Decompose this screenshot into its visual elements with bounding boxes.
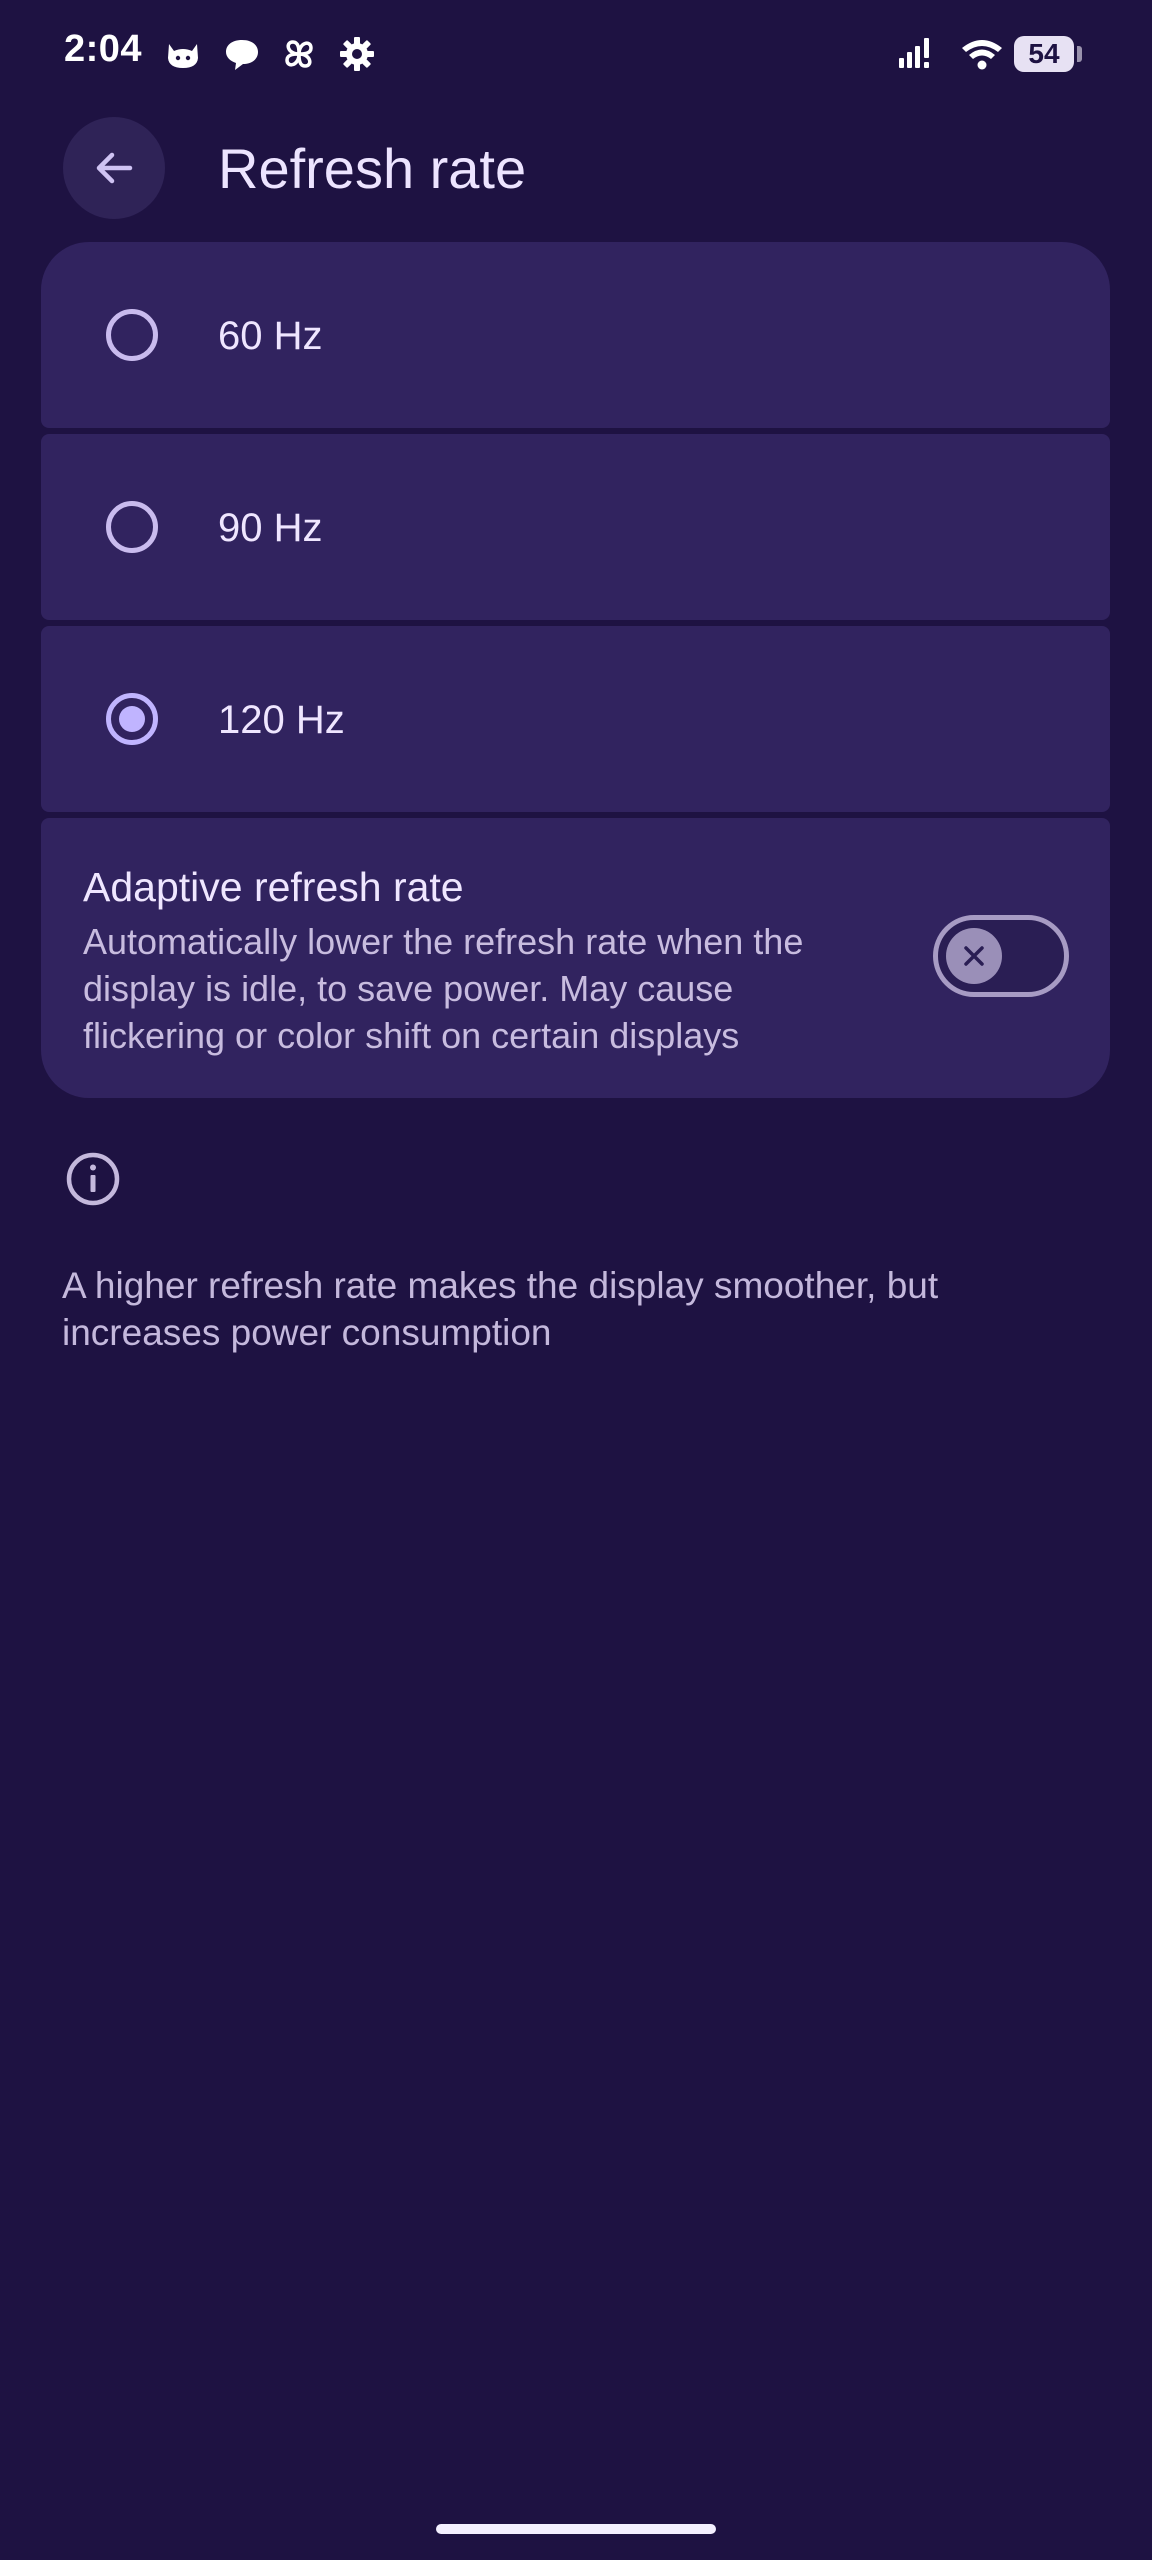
chat-bubble-icon bbox=[222, 34, 262, 74]
option-label: 90 Hz bbox=[218, 506, 323, 550]
cat-app-icon bbox=[163, 34, 203, 74]
adaptive-refresh-rate-setting[interactable]: Adaptive refresh rate Automatically lowe… bbox=[41, 818, 1110, 1098]
navigation-handle[interactable] bbox=[436, 2524, 716, 2534]
status-time: 2:04 bbox=[64, 28, 143, 70]
radio-button-90hz[interactable] bbox=[106, 501, 158, 553]
status-bar: 2:04 54 bbox=[0, 0, 1152, 110]
option-90hz[interactable]: 90 Hz bbox=[41, 434, 1110, 620]
battery-icon: 54 bbox=[1014, 36, 1082, 72]
toggle-thumb bbox=[946, 928, 1002, 984]
adaptive-refresh-title: Adaptive refresh rate bbox=[83, 864, 464, 910]
radio-button-60hz[interactable] bbox=[106, 309, 158, 361]
close-icon bbox=[964, 946, 984, 966]
option-label: 120 Hz bbox=[218, 698, 345, 742]
adaptive-refresh-toggle[interactable] bbox=[933, 915, 1069, 997]
option-60hz[interactable]: 60 Hz bbox=[41, 242, 1110, 428]
option-120hz[interactable]: 120 Hz bbox=[41, 626, 1110, 812]
back-button[interactable] bbox=[63, 117, 165, 219]
pinwheel-icon bbox=[279, 34, 319, 74]
info-text: A higher refresh rate makes the display … bbox=[62, 1265, 939, 1353]
info-icon bbox=[64, 1150, 122, 1208]
signal-icon bbox=[896, 34, 936, 74]
radio-button-120hz[interactable] bbox=[106, 693, 158, 745]
wifi-icon bbox=[960, 34, 1004, 74]
gear-icon bbox=[337, 34, 377, 74]
option-label: 60 Hz bbox=[218, 314, 323, 358]
adaptive-refresh-description: Automatically lower the refresh rate whe… bbox=[83, 921, 804, 1056]
page-title: Refresh rate bbox=[218, 137, 527, 200]
arrow-left-icon bbox=[96, 152, 133, 184]
